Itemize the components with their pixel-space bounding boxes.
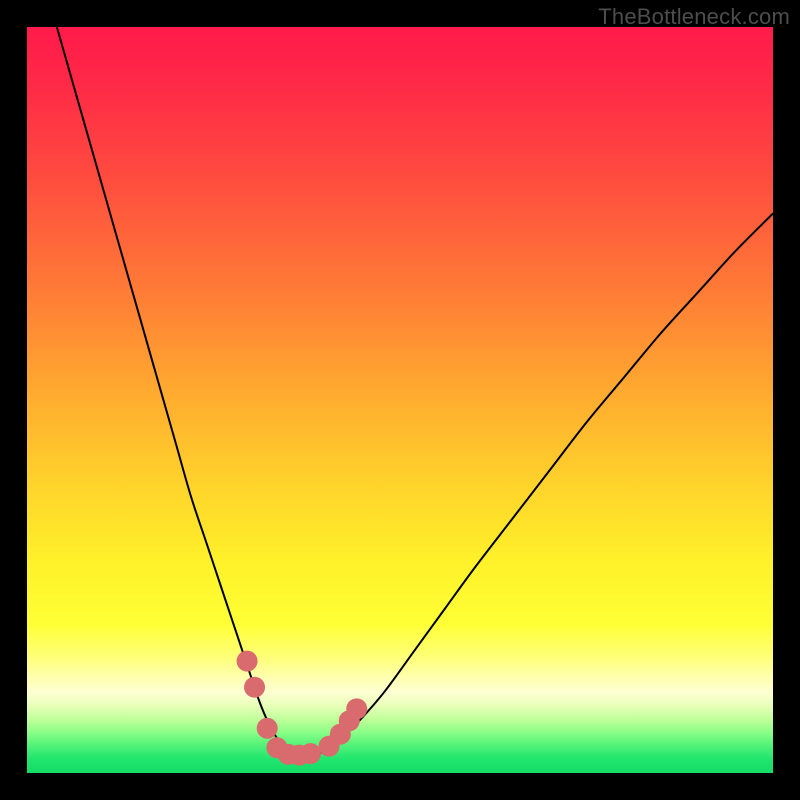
plot-area: [27, 27, 773, 773]
data-markers: [237, 651, 368, 766]
chart-frame: TheBottleneck.com: [0, 0, 800, 800]
data-marker: [346, 698, 367, 719]
data-marker: [257, 718, 278, 739]
data-marker: [237, 651, 258, 672]
curve-layer: [27, 27, 773, 773]
watermark-text: TheBottleneck.com: [598, 4, 790, 30]
data-marker: [244, 677, 265, 698]
data-marker: [300, 743, 321, 764]
bottleneck-curve: [57, 27, 773, 757]
